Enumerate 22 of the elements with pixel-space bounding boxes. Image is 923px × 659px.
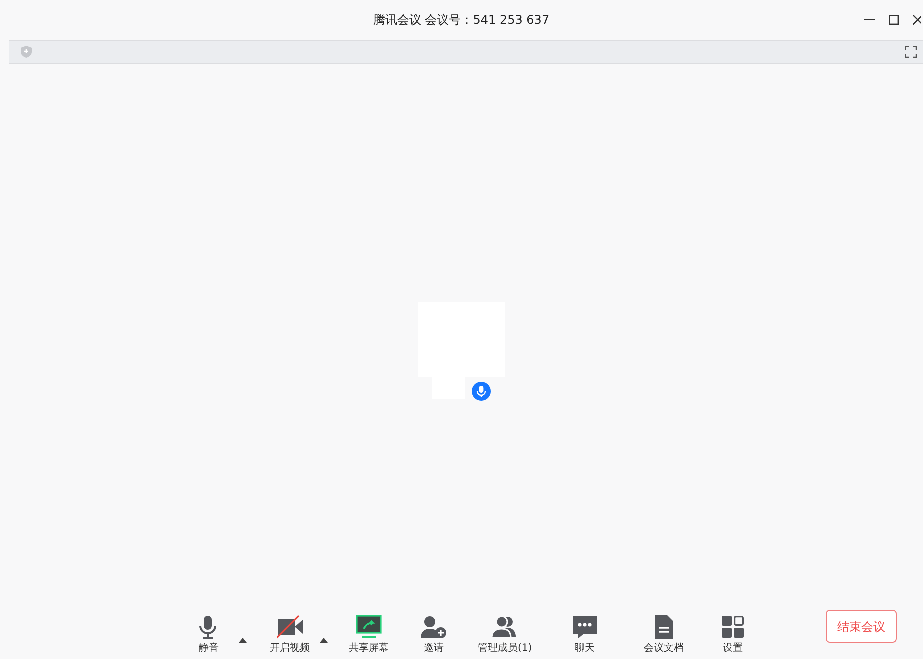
toolbar-button[interactable]: 静音	[196, 615, 222, 656]
add-person-icon	[421, 615, 447, 639]
toolbar-button[interactable]: 设置	[720, 615, 746, 656]
grid-icon	[720, 615, 746, 639]
chat-icon	[572, 615, 598, 639]
people-icon	[492, 615, 518, 639]
end-meeting-button[interactable]: 结束会议	[826, 610, 897, 643]
mic-icon	[472, 382, 490, 400]
fullscreen-icon[interactable]	[905, 46, 917, 58]
toolbar-button[interactable]: 开启视频	[270, 615, 310, 656]
caret-icon	[320, 638, 328, 644]
toolbar-button[interactable]: 聊天	[572, 615, 598, 656]
caret-icon	[239, 638, 247, 644]
maximize-icon[interactable]	[889, 15, 899, 25]
toolbar-button[interactable]: 共享屏幕	[349, 615, 389, 656]
toolbar-button[interactable]: 管理成员(1)	[478, 615, 532, 656]
close-icon[interactable]	[913, 15, 921, 25]
minimize-icon[interactable]	[864, 19, 875, 21]
toolbar-button[interactable]: 会议文档	[644, 615, 684, 656]
screen-icon	[356, 615, 382, 639]
window-title: 腾讯会议 会议号：541 253 637	[373, 12, 550, 29]
toolbar-button[interactable]: 邀请	[421, 615, 447, 656]
